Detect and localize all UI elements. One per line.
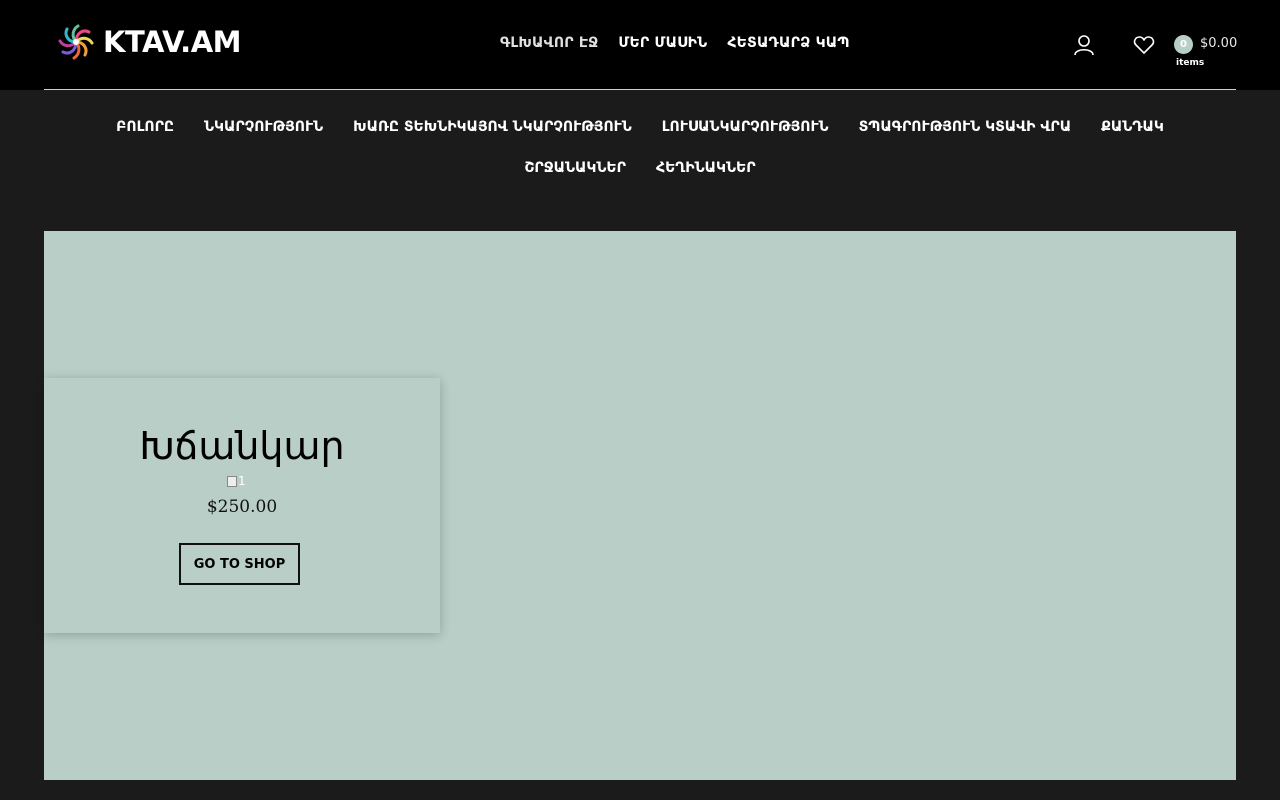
site-header: KTAV.AM ԳԼԽԱՎՈՐ ԷՋ ՄԵՐ ՄԱՍԻՆ ՀԵՏԱԴԱՐՁ ԿԱ… <box>0 0 1280 90</box>
ktav-logo-icon <box>58 24 94 60</box>
category-frames[interactable]: ՇՐՋԱՆԱԿՆԵՐ <box>509 159 641 178</box>
category-sculpture[interactable]: ՔԱՆԴԱԿ <box>1086 118 1179 137</box>
category-all[interactable]: ԲՈԼՈՐԸ <box>101 118 189 137</box>
category-photography[interactable]: ԼՈՒՍԱՆԿԱՐՉՈՒԹՅՈՒՆ <box>647 118 844 137</box>
cart-count-badge[interactable]: 0 <box>1174 35 1193 54</box>
product-image: 1 <box>227 473 251 489</box>
user-icon[interactable] <box>1072 33 1096 57</box>
category-nav: ԲՈԼՈՐԸ ՆԿԱՐՉՈՒԹՅՈՒՆ ԽԱՌԸ ՏԵԽՆԻԿԱՅՈՎ ՆԿԱՐ… <box>44 118 1236 178</box>
site-logo[interactable]: KTAV.AM <box>55 21 242 63</box>
category-mixed-media[interactable]: ԽԱՌԸ ՏԵԽՆԻԿԱՅՈՎ ՆԿԱՐՉՈՒԹՅՈՒՆ <box>338 118 647 137</box>
top-nav: ԳԼԽԱՎՈՐ ԷՋ ՄԵՐ ՄԱՍԻՆ ՀԵՏԱԴԱՐՁ ԿԱՊ <box>500 35 850 51</box>
category-canvas-print[interactable]: ՏՊԱԳՐՈՒԹՅՈՒՆ ԿՏԱՎԻ ՎՐԱ <box>844 118 1087 137</box>
cart-total[interactable]: $0.00 <box>1200 36 1237 51</box>
product-image-alt: 1 <box>238 474 246 488</box>
top-nav-contact[interactable]: ՀԵՏԱԴԱՐՁ ԿԱՊ <box>727 35 849 51</box>
brand-name: KTAV.AM <box>103 24 242 59</box>
product-card: Խճանկար 1 $250.00 GO TO SHOP <box>44 378 440 633</box>
go-to-shop-button[interactable]: GO TO SHOP <box>179 543 300 585</box>
top-nav-home[interactable]: ԳԼԽԱՎՈՐ ԷՋ <box>500 35 598 51</box>
category-painting[interactable]: ՆԿԱՐՉՈՒԹՅՈՒՆ <box>189 118 338 137</box>
hero-banner: Խճանկար 1 $250.00 GO TO SHOP <box>44 231 1236 780</box>
product-title: Խճանկար <box>139 424 345 468</box>
product-price: $250.00 <box>206 497 278 517</box>
heart-icon[interactable] <box>1132 33 1156 57</box>
header-divider <box>44 89 1236 90</box>
cart-items-label: items <box>1176 58 1205 68</box>
top-nav-about[interactable]: ՄԵՐ ՄԱՍԻՆ <box>618 35 707 51</box>
category-authors[interactable]: ՀԵՂԻՆԱԿՆԵՐ <box>641 159 771 178</box>
broken-image-icon <box>227 475 237 487</box>
